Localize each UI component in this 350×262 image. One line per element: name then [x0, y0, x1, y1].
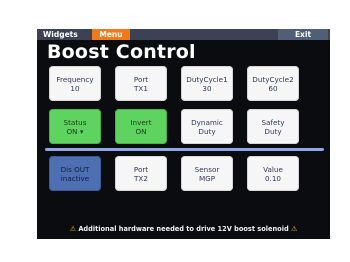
- dutycycle2-value: 60: [268, 83, 278, 93]
- tab-widgets[interactable]: Widgets: [43, 29, 83, 40]
- dutycycle1-value: 30: [202, 83, 212, 93]
- top-bar: Widgets Menu Exit: [37, 29, 330, 40]
- warning-text: Additional hardware needed to drive 12V …: [78, 225, 289, 233]
- dutycycle2-button[interactable]: DutyCycle2 60: [247, 66, 299, 101]
- status-label: Status: [63, 117, 87, 127]
- invert-label: Invert: [130, 117, 152, 127]
- frequency-value: 10: [70, 83, 80, 93]
- warning-icon: ⚠: [69, 225, 77, 233]
- invert-value: ON: [135, 126, 147, 136]
- section-divider: [45, 148, 324, 151]
- safety-value: Duty: [264, 126, 282, 136]
- value-button[interactable]: Value 0.10: [247, 156, 299, 191]
- sensor-value: MGP: [198, 173, 216, 183]
- status-value: ON ▾: [66, 126, 84, 136]
- dis-out-value: inactive: [60, 173, 90, 183]
- dynamic-label: Dynamic: [191, 117, 223, 127]
- exit-button[interactable]: Exit: [278, 29, 328, 40]
- port2-label: Port: [133, 164, 149, 174]
- dutycycle2-label: DutyCycle2: [252, 74, 294, 84]
- warning-footer: ⚠ Additional hardware needed to drive 12…: [37, 223, 330, 235]
- value-value: 0.10: [264, 173, 281, 183]
- warning-icon: ⚠: [290, 225, 298, 233]
- frequency-button[interactable]: Frequency 10: [49, 66, 101, 101]
- port-value: TX1: [134, 83, 148, 93]
- device-screen: Widgets Menu Exit Boost Control Frequenc…: [37, 29, 330, 239]
- sensor-button[interactable]: Sensor MGP: [181, 156, 233, 191]
- value-label: Value: [263, 164, 283, 174]
- chevron-down-icon: ▾: [79, 126, 84, 136]
- status-button[interactable]: Status ON ▾: [49, 109, 101, 144]
- frequency-label: Frequency: [56, 74, 94, 84]
- tab-menu[interactable]: Menu: [92, 29, 130, 40]
- port-label: Port: [133, 74, 149, 84]
- invert-button[interactable]: Invert ON: [115, 109, 167, 144]
- dis-out-label: Dis OUT: [60, 164, 90, 174]
- dynamic-duty-button[interactable]: Dynamic Duty: [181, 109, 233, 144]
- port2-value: TX2: [134, 173, 148, 183]
- dutycycle1-label: DutyCycle1: [186, 74, 228, 84]
- dynamic-value: Duty: [198, 126, 216, 136]
- safety-label: Safety: [261, 117, 285, 127]
- port-tx2-button[interactable]: Port TX2: [115, 156, 167, 191]
- sensor-label: Sensor: [194, 164, 220, 174]
- safety-duty-button[interactable]: Safety Duty: [247, 109, 299, 144]
- dis-out-button[interactable]: Dis OUT inactive: [49, 156, 101, 191]
- page-title: Boost Control: [47, 41, 196, 63]
- dutycycle1-button[interactable]: DutyCycle1 30: [181, 66, 233, 101]
- port-tx1-button[interactable]: Port TX1: [115, 66, 167, 101]
